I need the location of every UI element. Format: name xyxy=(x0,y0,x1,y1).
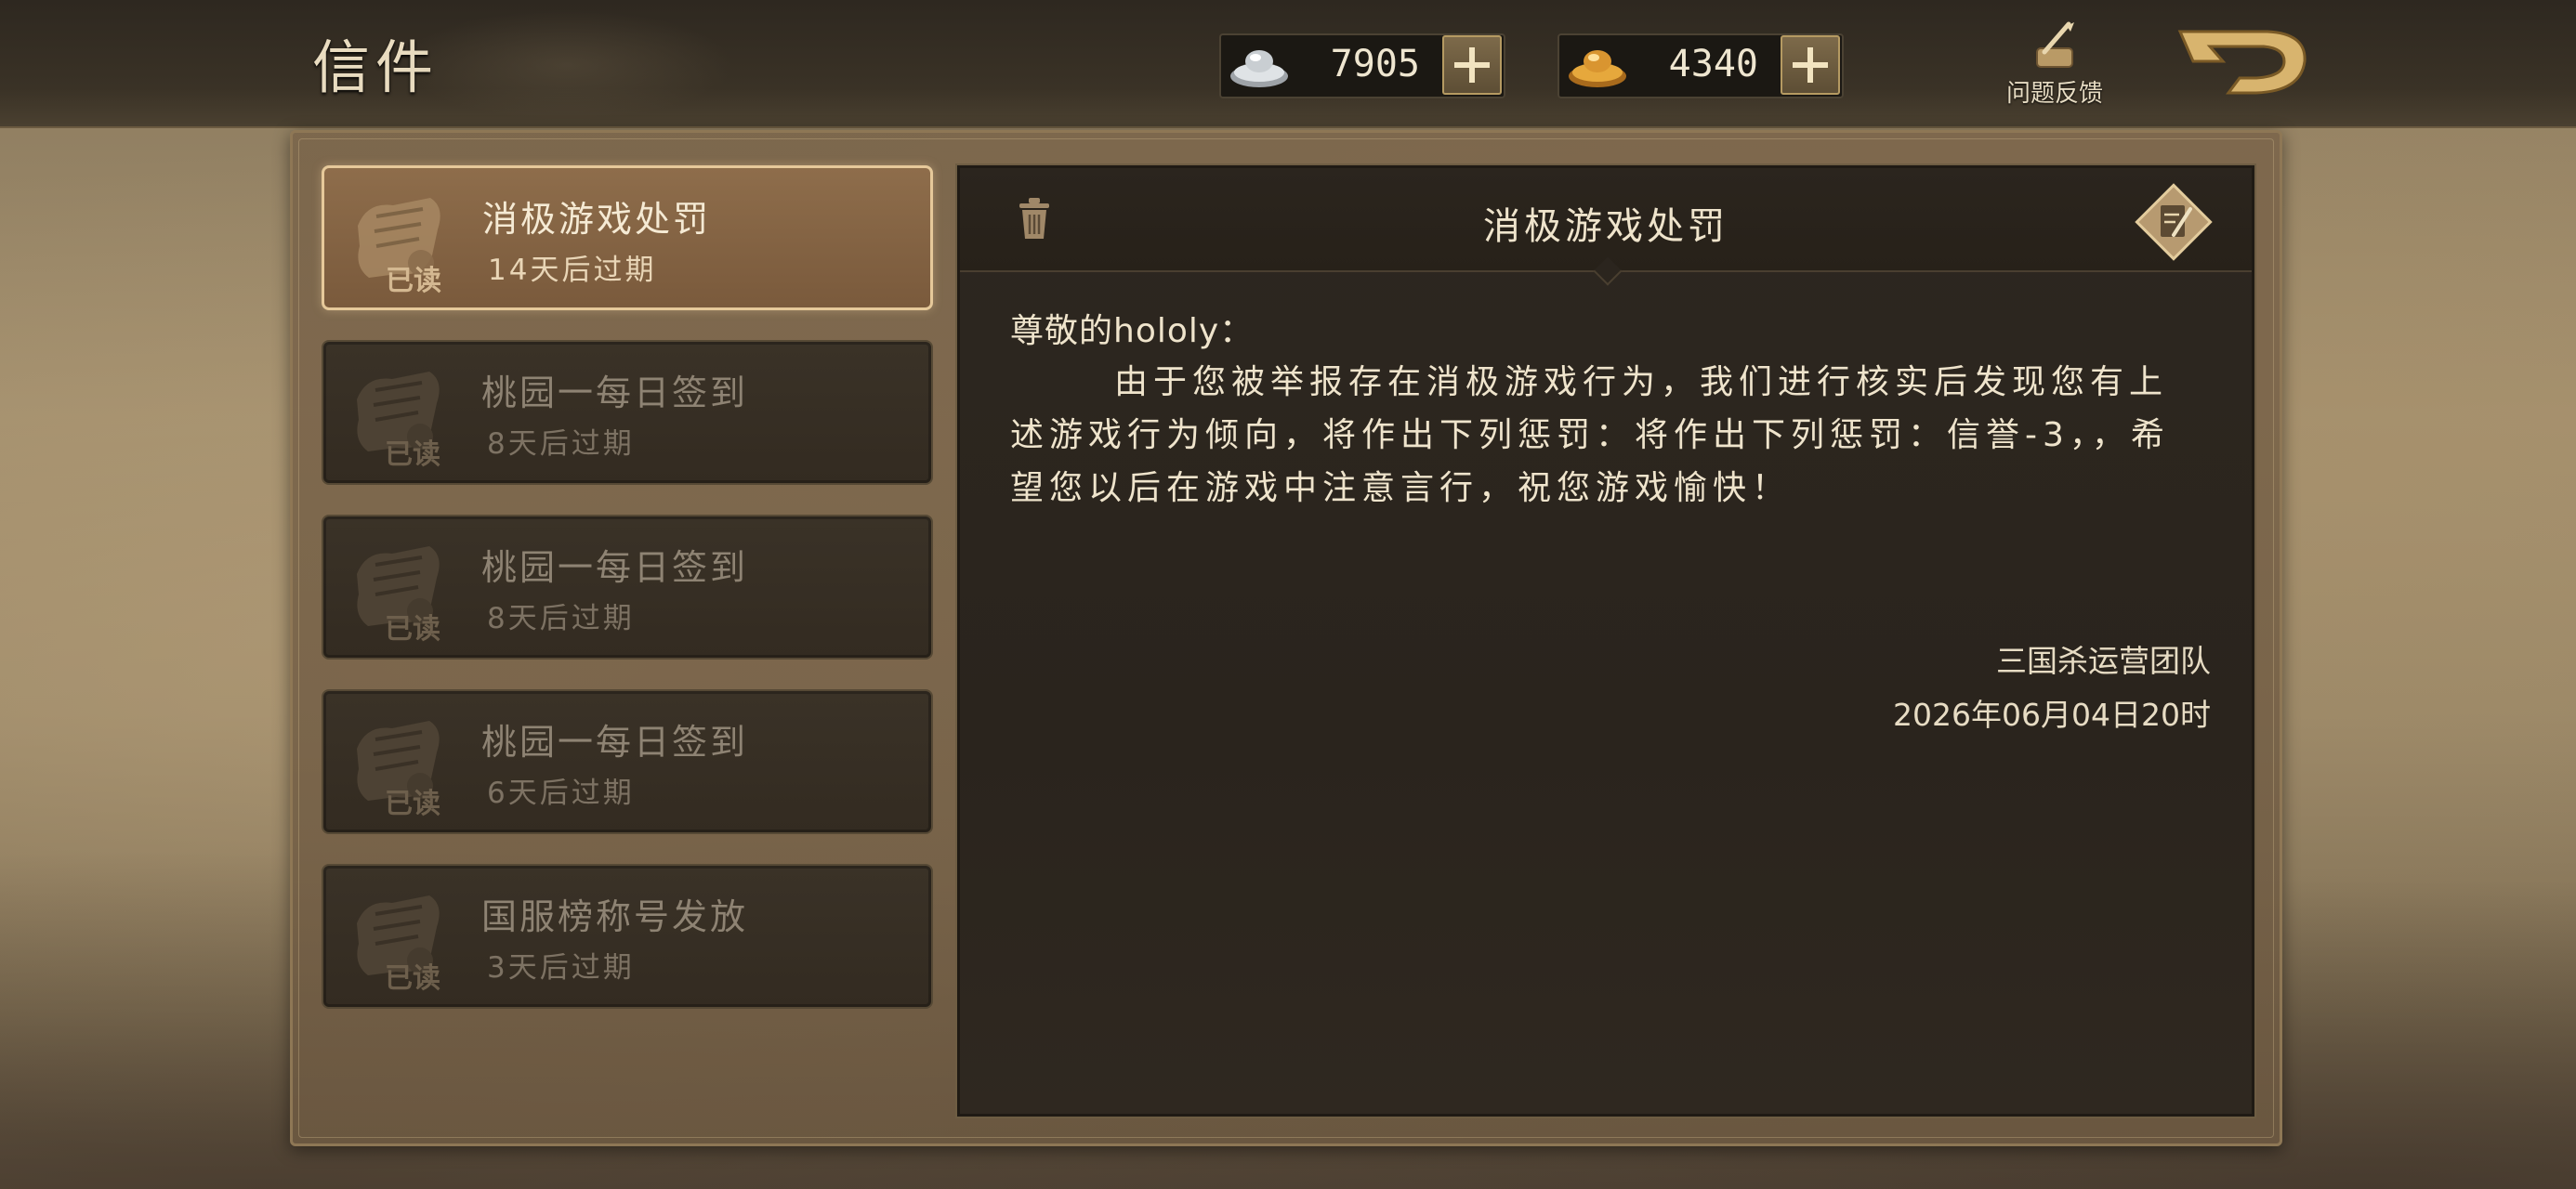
mail-title: 桃园一每日签到 xyxy=(481,547,749,588)
mail-expiry: 3天后过期 xyxy=(487,951,635,985)
mail-expiry: 8天后过期 xyxy=(487,427,635,461)
feedback-button[interactable]: 问题反馈 xyxy=(1985,20,2124,113)
mail-greeting: 尊敬的hololy： xyxy=(1010,312,1255,350)
back-arrow-icon[interactable] xyxy=(2175,20,2314,104)
mail-item[interactable]: 已读 国服榜称号发放 3天后过期 xyxy=(322,864,933,1009)
read-tag: 已读 xyxy=(385,788,440,820)
silver-currency: 7905 xyxy=(1219,33,1505,98)
gold-currency: 4340 xyxy=(1557,33,1844,98)
mail-expiry: 6天后过期 xyxy=(487,777,635,810)
gold-amount: 4340 xyxy=(1668,43,1758,85)
mail-detail-header: 消极游戏处罚 xyxy=(960,168,2252,286)
mail-title: 消极游戏处罚 xyxy=(482,199,712,240)
read-tag: 已读 xyxy=(385,962,440,995)
mail-item[interactable]: 已读 桃园一每日签到 8天后过期 xyxy=(322,515,933,660)
top-bar: 信件 7905 4340 问题反馈 xyxy=(0,0,2576,128)
add-silver-button[interactable] xyxy=(1442,35,1502,95)
gold-ingot-icon xyxy=(1569,50,1626,87)
plus-icon xyxy=(1793,47,1828,83)
read-tag: 已读 xyxy=(385,438,440,471)
mail-signature-block: 三国杀运营团队 2026年06月04日20时 xyxy=(1893,634,2211,742)
add-gold-button[interactable] xyxy=(1781,35,1840,95)
mail-title: 桃园一每日签到 xyxy=(481,372,749,413)
read-tag: 已读 xyxy=(386,265,441,297)
mail-item[interactable]: 已读 桃园一每日签到 6天后过期 xyxy=(322,689,933,834)
mail-date: 2026年06月04日20时 xyxy=(1893,697,2211,733)
silver-amount: 7905 xyxy=(1330,43,1420,85)
feedback-label: 问题反馈 xyxy=(2005,80,2103,108)
mail-expiry: 8天后过期 xyxy=(487,602,635,635)
header-notch xyxy=(1593,256,1623,286)
mail-body: 由于您被举报存在消极游戏行为，我们进行核实后发现您有上述游戏行为倾向，将作出下列… xyxy=(1010,363,2170,507)
mail-title: 国服榜称号发放 xyxy=(481,896,749,937)
silver-ingot-icon xyxy=(1230,50,1288,87)
mail-detail-title: 消极游戏处罚 xyxy=(1483,205,1728,248)
mail-expiry: 14天后过期 xyxy=(488,254,657,287)
page-title: 信件 xyxy=(312,33,440,101)
read-tag: 已读 xyxy=(385,613,440,646)
mail-item[interactable]: 已读 消极游戏处罚 14天后过期 xyxy=(322,165,933,310)
mail-title: 桃园一每日签到 xyxy=(481,722,749,763)
mail-detail-panel: 消极游戏处罚 尊敬的hololy： 由于您被举报存在消极游戏行为，我们进行核实后… xyxy=(955,163,2256,1118)
quill-scroll-icon xyxy=(2036,21,2074,68)
plus-icon xyxy=(1454,47,1490,83)
mail-item[interactable]: 已读 桃园一每日签到 8天后过期 xyxy=(322,340,933,485)
edit-note-icon[interactable] xyxy=(2133,181,2215,263)
mail-signature: 三国杀运营团队 xyxy=(1996,643,2211,679)
